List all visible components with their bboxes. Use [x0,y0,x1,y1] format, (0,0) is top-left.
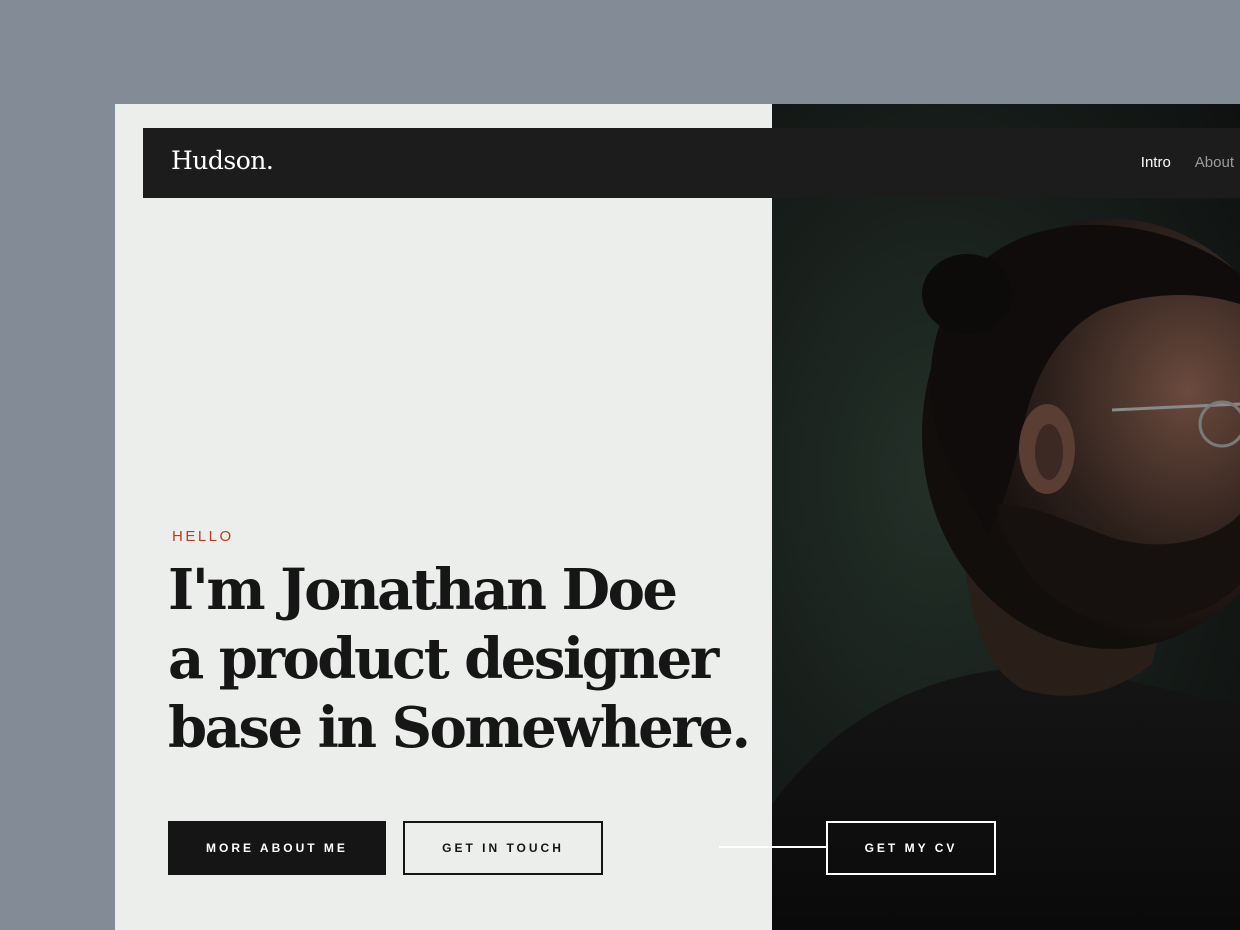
hero-eyebrow: HELLO [172,528,234,545]
get-in-touch-button[interactable]: GET IN TOUCH [403,821,603,875]
page-frame: Hudson. Intro About HELLO I'm Jonathan D… [115,104,1240,930]
cv-connector-line [719,846,827,848]
hero-headline: I'm Jonathan Doe a product designer base… [168,556,768,763]
site-header: Hudson. Intro About [143,128,1240,198]
site-logo[interactable]: Hudson. [171,146,274,175]
get-my-cv-button[interactable]: GET MY CV [826,821,996,875]
headline-line: a product designer [168,626,719,692]
headline-line: I'm Jonathan Doe [168,557,678,623]
headline-line: base in Somewhere. [168,695,751,761]
hero-left-panel [115,104,772,930]
portrait-icon [772,219,1240,930]
nav-item-intro[interactable]: Intro [1141,154,1171,171]
hero-portrait-photo [772,104,1240,930]
nav-item-about[interactable]: About [1195,154,1234,171]
main-nav: Intro About [1141,154,1234,171]
more-about-me-button[interactable]: MORE ABOUT ME [168,821,386,875]
